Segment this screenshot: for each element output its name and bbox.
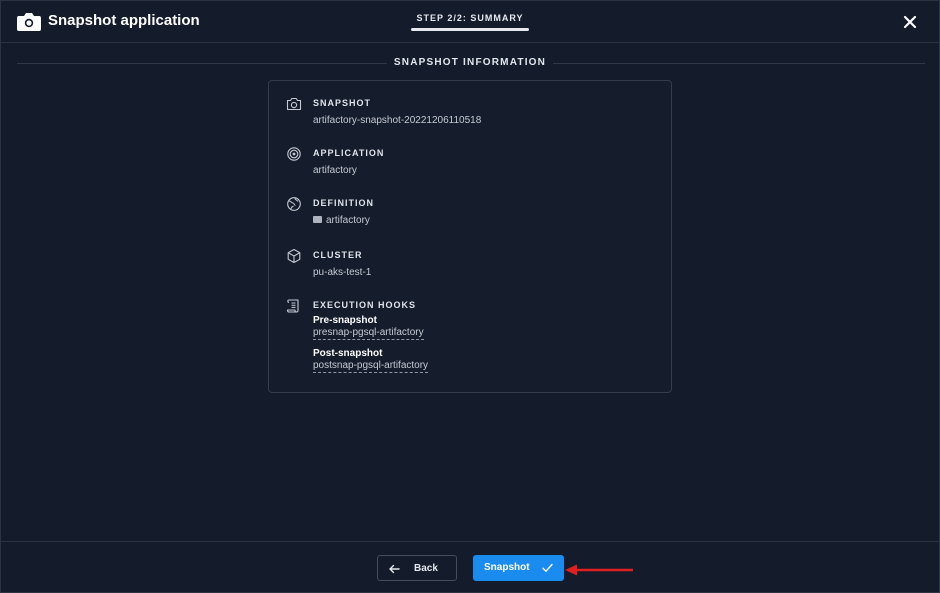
snapshot-dialog: Snapshot application STEP 2/2: SUMMARY S… <box>0 0 940 593</box>
snapshot-button-label: Snapshot <box>484 562 530 573</box>
section-title: SNAPSHOT INFORMATION <box>393 57 547 68</box>
definition-value: artifactory <box>313 215 370 226</box>
dialog-header: Snapshot application STEP 2/2: SUMMARY <box>1 1 939 43</box>
execution-hooks-label: EXECUTION HOOKS <box>313 300 417 310</box>
divider <box>17 63 387 64</box>
target-icon <box>287 147 301 161</box>
check-icon <box>542 563 553 572</box>
camera-icon <box>17 13 41 31</box>
snapshot-info-card: SNAPSHOT artifactory-snapshot-2022120611… <box>268 80 672 393</box>
application-label: APPLICATION <box>313 148 385 158</box>
dialog-title: Snapshot application <box>48 12 200 29</box>
scroll-icon <box>286 299 299 313</box>
cluster-label: CLUSTER <box>313 250 363 260</box>
pre-snapshot-hook-link[interactable]: presnap-pgsql-artifactory <box>313 327 424 340</box>
globe-icon <box>287 197 301 211</box>
snapshot-button[interactable]: Snapshot <box>473 555 564 581</box>
definition-label: DEFINITION <box>313 198 374 208</box>
post-snapshot-label: Post-snapshot <box>313 348 383 359</box>
divider <box>553 63 925 64</box>
definition-name: artifactory <box>326 215 370 226</box>
arrow-left-icon <box>389 564 400 574</box>
cluster-value: pu-aks-test-1 <box>313 267 372 278</box>
step-indicator: STEP 2/2: SUMMARY <box>416 13 524 23</box>
folder-icon <box>313 216 322 223</box>
snapshot-value: artifactory-snapshot-20221206110518 <box>313 115 482 126</box>
close-icon[interactable] <box>902 14 918 30</box>
post-snapshot-hook-link[interactable]: postsnap-pgsql-artifactory <box>313 360 429 373</box>
application-value: artifactory <box>313 165 357 176</box>
camera-icon <box>286 97 302 111</box>
annotation-arrow-icon <box>565 564 633 576</box>
pre-snapshot-label: Pre-snapshot <box>313 315 377 326</box>
back-button-label: Back <box>414 563 438 574</box>
cube-icon <box>287 248 301 264</box>
footer-divider <box>1 541 939 542</box>
snapshot-label: SNAPSHOT <box>313 98 372 108</box>
step-progress-bar <box>411 28 529 31</box>
back-button[interactable]: Back <box>377 555 457 581</box>
